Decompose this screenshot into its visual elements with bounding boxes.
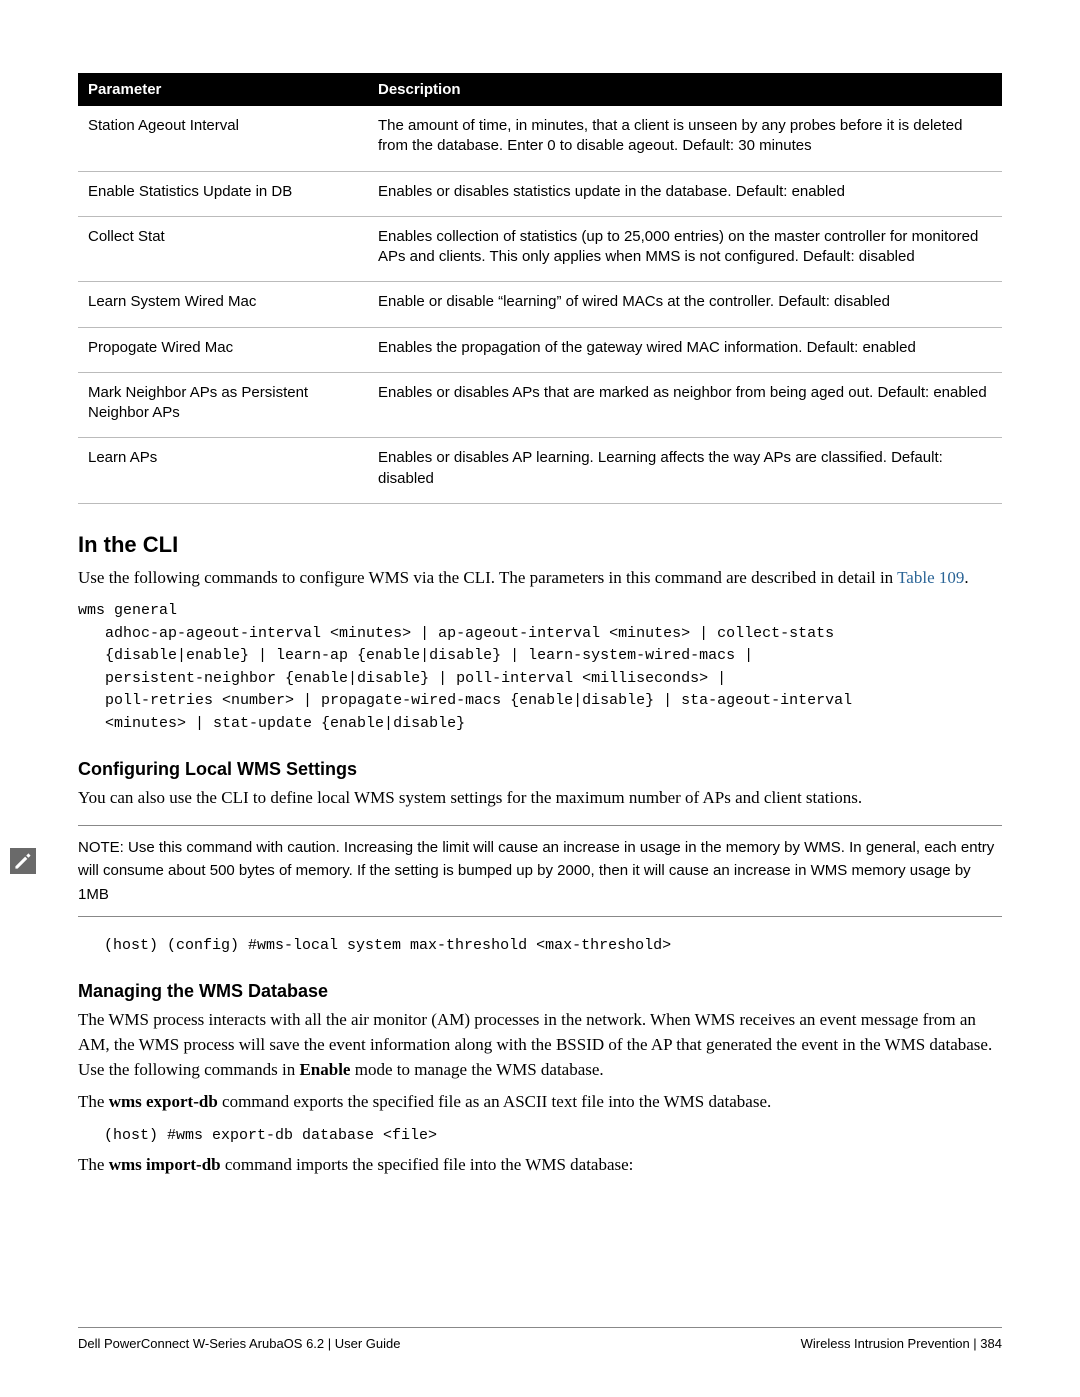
- header-description: Description: [368, 73, 1002, 106]
- text: mode to manage the WMS database.: [350, 1060, 603, 1079]
- heading-configuring-local-wms: Configuring Local WMS Settings: [78, 759, 1002, 780]
- text: command imports the specified file into …: [221, 1155, 634, 1174]
- cell-parameter: Mark Neighbor APs as Persistent Neighbor…: [78, 372, 368, 438]
- note-text: NOTE: Use this command with caution. Inc…: [78, 836, 1002, 906]
- table-header-row: Parameter Description: [78, 73, 1002, 106]
- cell-parameter: Learn System Wired Mac: [78, 282, 368, 327]
- text: command exports the specified file as an…: [218, 1092, 771, 1111]
- table-row: Collect Stat Enables collection of stati…: [78, 216, 1002, 282]
- bold-wms-import-db: wms import-db: [109, 1155, 221, 1174]
- table-row: Enable Statistics Update in DB Enables o…: [78, 171, 1002, 216]
- cell-description: Enables collection of statistics (up to …: [368, 216, 1002, 282]
- paragraph-db-import: The wms import-db command imports the sp…: [78, 1153, 1002, 1178]
- document-page: Parameter Description Station Ageout Int…: [0, 0, 1080, 1397]
- bold-wms-export-db: wms export-db: [109, 1092, 218, 1111]
- table-row: Learn APs Enables or disables AP learnin…: [78, 438, 1002, 504]
- text: .: [964, 568, 968, 587]
- parameter-table: Parameter Description Station Ageout Int…: [78, 73, 1002, 504]
- table-row: Station Ageout Interval The amount of ti…: [78, 106, 1002, 171]
- table-row: Mark Neighbor APs as Persistent Neighbor…: [78, 372, 1002, 438]
- cell-description: Enables or disables statistics update in…: [368, 171, 1002, 216]
- paragraph-local-body: You can also use the CLI to define local…: [78, 786, 1002, 811]
- heading-managing-wms-db: Managing the WMS Database: [78, 981, 1002, 1002]
- code-block-export-db: (host) #wms export-db database <file>: [104, 1125, 1002, 1148]
- page-footer: Dell PowerConnect W-Series ArubaOS 6.2 |…: [78, 1327, 1002, 1351]
- text: Use the following commands to configure …: [78, 568, 897, 587]
- footer-right: Wireless Intrusion Prevention384: [801, 1336, 1002, 1351]
- cell-description: The amount of time, in minutes, that a c…: [368, 106, 1002, 171]
- cell-parameter: Propogate Wired Mac: [78, 327, 368, 372]
- footer-page-number: 384: [970, 1336, 1002, 1351]
- paragraph-db-export: The wms export-db command exports the sp…: [78, 1090, 1002, 1115]
- code-block-wms-local: (host) (config) #wms-local system max-th…: [104, 935, 1002, 958]
- code-block-wms-general: wms general adhoc-ap-ageout-interval <mi…: [78, 600, 1002, 735]
- table-row: Propogate Wired Mac Enables the propagat…: [78, 327, 1002, 372]
- paragraph-cli-intro: Use the following commands to configure …: [78, 566, 1002, 591]
- link-table-109[interactable]: Table 109: [897, 568, 964, 587]
- note-pencil-icon: [10, 848, 36, 874]
- cell-parameter: Learn APs: [78, 438, 368, 504]
- cell-description: Enables or disables AP learning. Learnin…: [368, 438, 1002, 504]
- cell-parameter: Station Ageout Interval: [78, 106, 368, 171]
- cell-parameter: Enable Statistics Update in DB: [78, 171, 368, 216]
- bold-enable: Enable: [299, 1060, 350, 1079]
- cell-description: Enables or disables APs that are marked …: [368, 372, 1002, 438]
- paragraph-db-body1: The WMS process interacts with all the a…: [78, 1008, 1002, 1082]
- heading-in-the-cli: In the CLI: [78, 532, 1002, 558]
- table-row: Learn System Wired Mac Enable or disable…: [78, 282, 1002, 327]
- text: The: [78, 1155, 109, 1174]
- note-block: NOTE: Use this command with caution. Inc…: [78, 825, 1002, 917]
- text: The: [78, 1092, 109, 1111]
- footer-left: Dell PowerConnect W-Series ArubaOS 6.2 |…: [78, 1336, 401, 1351]
- cell-description: Enables the propagation of the gateway w…: [368, 327, 1002, 372]
- cell-parameter: Collect Stat: [78, 216, 368, 282]
- cell-description: Enable or disable “learning” of wired MA…: [368, 282, 1002, 327]
- footer-section-title: Wireless Intrusion Prevention: [801, 1336, 970, 1351]
- header-parameter: Parameter: [78, 73, 368, 106]
